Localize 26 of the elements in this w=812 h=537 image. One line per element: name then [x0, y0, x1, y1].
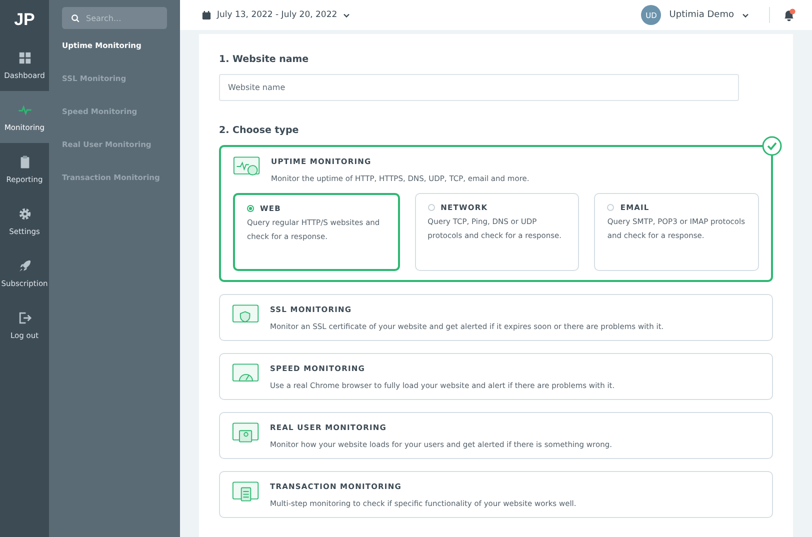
check-icon [762, 136, 782, 156]
monitor-document-icon [232, 481, 260, 502]
settings-icon [18, 206, 32, 220]
caret-icon [742, 12, 749, 18]
radio-button[interactable] [428, 204, 435, 211]
monitor-user-icon [232, 422, 260, 443]
rocket-icon [18, 258, 32, 272]
pulse-icon [18, 102, 32, 116]
radio-button[interactable] [247, 205, 254, 212]
section-title: 2. Choose type [219, 125, 300, 136]
search-icon [71, 14, 80, 23]
grid-icon [18, 50, 32, 64]
caret-icon [343, 12, 350, 18]
monitor-shield-icon [232, 304, 260, 325]
section-title: 1. Website name [219, 54, 310, 65]
radio-button[interactable] [607, 204, 614, 211]
website-name-field[interactable]: Website name [219, 74, 739, 101]
date-range-picker[interactable]: July 13, 2022 - July 20, 2022 [202, 10, 350, 20]
logout-icon [18, 310, 32, 324]
bell-icon[interactable] [782, 8, 796, 22]
logo: JP [13, 8, 36, 30]
monitor-type-card[interactable] [219, 145, 773, 282]
monitor-gauge-icon [232, 363, 260, 384]
monitor-pulse-icon [233, 156, 261, 177]
search-field[interactable]: Search... [62, 7, 167, 29]
calendar-icon [202, 10, 211, 20]
